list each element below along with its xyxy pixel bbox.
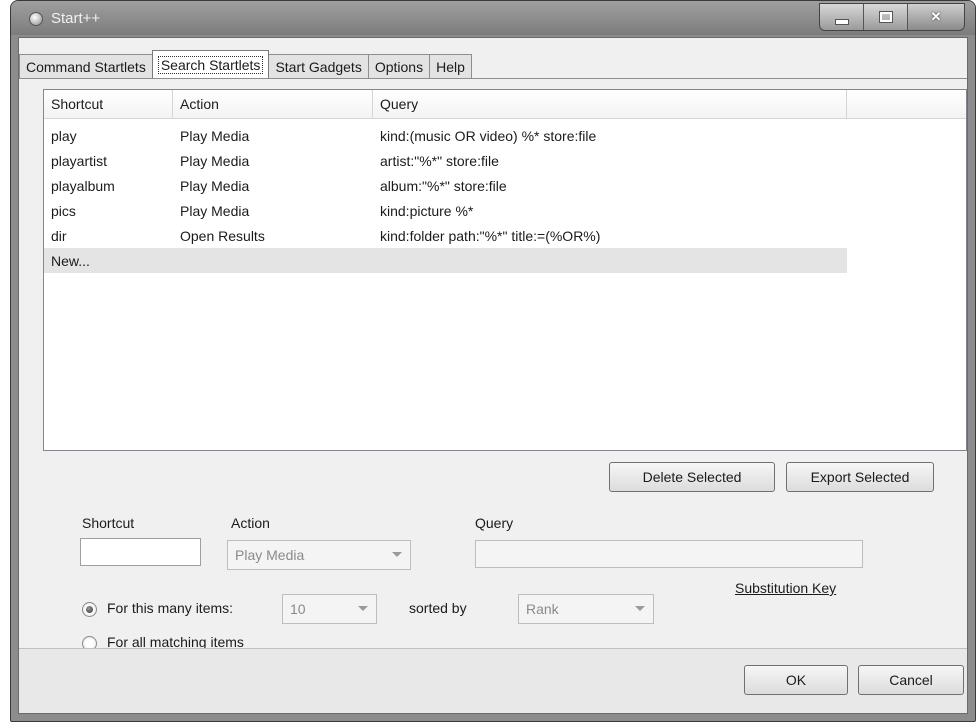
query-label: Query — [475, 515, 514, 531]
chevron-down-icon — [392, 552, 402, 557]
maximize-button[interactable] — [864, 4, 908, 30]
cell-shortcut: pics — [51, 202, 76, 219]
tab-search-startlets[interactable]: Search Startlets — [151, 50, 270, 78]
list-row[interactable]: pics Play Media kind:picture %* — [44, 198, 966, 223]
radio-this-many-label: For this many items: — [107, 600, 234, 616]
maximize-icon — [878, 11, 893, 23]
tab-help[interactable]: Help — [429, 54, 472, 78]
tab-label: Options — [374, 58, 424, 75]
cell-action: Play Media — [180, 177, 250, 194]
cancel-button[interactable]: Cancel — [858, 665, 964, 695]
tab-label: Search Startlets — [157, 55, 264, 74]
column-header-query[interactable]: Query — [373, 90, 847, 118]
delete-selected-button[interactable]: Delete Selected — [609, 462, 775, 492]
action-label: Action — [231, 515, 270, 531]
shortcut-input[interactable] — [80, 538, 201, 566]
cell-action: Play Media — [180, 152, 250, 169]
chevron-down-icon — [358, 606, 368, 611]
list-row[interactable]: play Play Media kind:(music OR video) %*… — [44, 123, 966, 148]
sorted-by-label: sorted by — [409, 600, 467, 616]
action-select-value: Play Media — [235, 547, 305, 563]
title-bar[interactable]: Start++ ✕ — [11, 1, 975, 35]
shortcut-label: Shortcut — [82, 515, 135, 531]
list-row[interactable]: dir Open Results kind:folder path:"%*" t… — [44, 223, 966, 248]
search-startlets-panel: Shortcut Action Query play Play Media ki… — [19, 78, 967, 651]
chevron-down-icon — [635, 606, 645, 611]
count-select-value: 10 — [290, 601, 306, 617]
query-input[interactable] — [475, 540, 863, 568]
new-startlet-row[interactable]: New... — [44, 248, 847, 273]
list-header: Shortcut Action Query — [44, 90, 966, 119]
export-selected-button[interactable]: Export Selected — [786, 462, 934, 492]
cell-action: Open Results — [180, 227, 265, 244]
window-controls: ✕ — [819, 3, 965, 31]
cell-query: kind:folder path:"%*" title:=(%OR%) — [380, 227, 601, 244]
action-select[interactable]: Play Media — [227, 540, 411, 570]
cell-shortcut: playalbum — [51, 177, 115, 194]
dialog-footer: OK Cancel — [19, 648, 967, 713]
column-header-action[interactable]: Action — [173, 90, 373, 118]
startlets-list[interactable]: Shortcut Action Query play Play Media ki… — [43, 89, 967, 451]
tab-command-startlets[interactable]: Command Startlets — [19, 54, 153, 78]
close-icon: ✕ — [930, 9, 942, 24]
sort-select[interactable]: Rank — [518, 594, 654, 624]
tab-label: Help — [436, 58, 465, 75]
minimize-button[interactable] — [820, 4, 864, 30]
tab-strip: Command Startlets Search Startlets Start… — [19, 50, 472, 78]
app-window: Start++ ✕ Command Startlets Search Start… — [10, 0, 976, 722]
radio-this-many-items[interactable] — [82, 602, 97, 617]
cell-action: Play Media — [180, 127, 250, 144]
app-icon — [29, 12, 43, 26]
close-button[interactable]: ✕ — [908, 4, 964, 30]
cell-query: kind:picture %* — [380, 202, 474, 219]
count-select[interactable]: 10 — [282, 594, 377, 624]
cell-query: kind:(music OR video) %* store:file — [380, 127, 597, 144]
window-title: Start++ — [51, 10, 101, 27]
dialog-body: Command Startlets Search Startlets Start… — [18, 37, 968, 714]
substitution-key-link[interactable]: Substitution Key — [735, 580, 836, 596]
cell-action: Play Media — [180, 202, 250, 219]
cell-query: artist:"%*" store:file — [380, 152, 499, 169]
cell-shortcut: playartist — [51, 152, 108, 169]
ok-button[interactable]: OK — [744, 665, 848, 695]
list-row[interactable]: playalbum Play Media album:"%*" store:fi… — [44, 173, 966, 198]
tab-label: Command Startlets — [26, 58, 146, 75]
tab-start-gadgets[interactable]: Start Gadgets — [268, 54, 369, 78]
cell-shortcut: dir — [51, 227, 67, 244]
minimize-icon — [834, 19, 849, 25]
tab-label: Start Gadgets — [275, 58, 362, 75]
cell-shortcut: play — [51, 127, 77, 144]
sort-select-value: Rank — [526, 601, 559, 617]
column-header-shortcut[interactable]: Shortcut — [44, 90, 173, 118]
cell-query: album:"%*" store:file — [380, 177, 507, 194]
column-header-filler — [847, 90, 966, 118]
list-row[interactable]: playartist Play Media artist:"%*" store:… — [44, 148, 966, 173]
tab-options[interactable]: Options — [367, 54, 431, 78]
